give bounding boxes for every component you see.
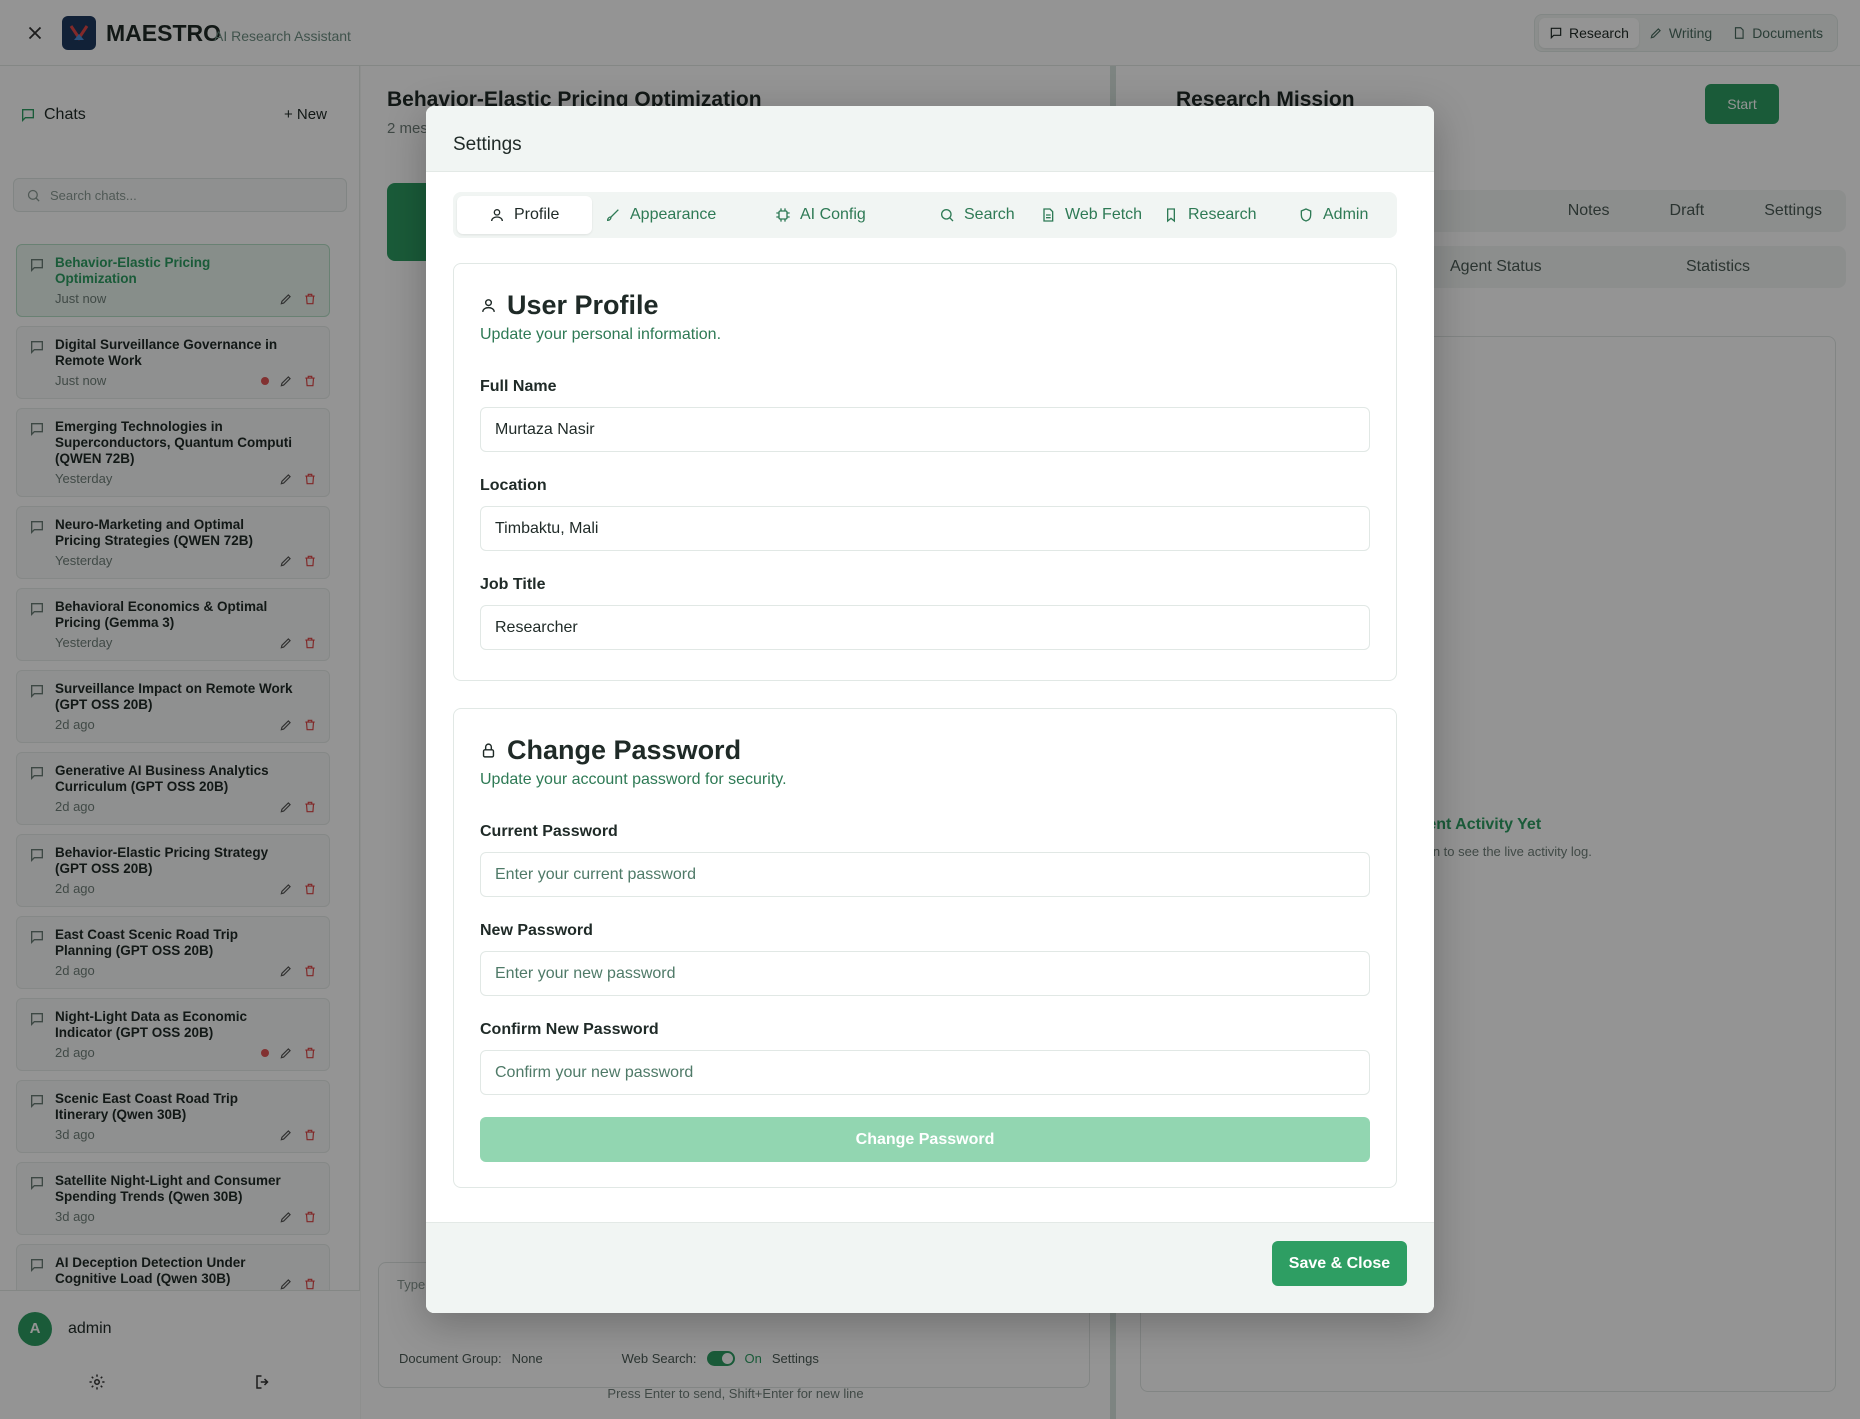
current-password-field[interactable] bbox=[480, 852, 1370, 897]
location-label: Location bbox=[480, 477, 547, 494]
chip-icon bbox=[776, 208, 790, 222]
user-icon bbox=[482, 299, 495, 312]
modal-footer: Save & Close bbox=[426, 1222, 1434, 1313]
full-name-field[interactable] bbox=[480, 407, 1370, 452]
bookmark-icon bbox=[1167, 208, 1175, 223]
job-title-label: Job Title bbox=[480, 576, 546, 593]
profile-description: Update your personal information. bbox=[480, 326, 722, 343]
user-profile-card: User Profile Update your personal inform… bbox=[453, 263, 1397, 681]
new-password-label: New Password bbox=[480, 922, 593, 939]
password-description: Update your account password for securit… bbox=[480, 771, 787, 788]
settings-tabs: Profile Appearance AI Config Search Web … bbox=[453, 192, 1397, 238]
tab-research[interactable]: Research bbox=[1163, 196, 1256, 234]
lock-icon bbox=[482, 743, 495, 758]
location-field[interactable] bbox=[480, 506, 1370, 551]
change-password-card: Change Password Update your account pass… bbox=[453, 708, 1397, 1188]
tab-ai-config[interactable]: AI Config bbox=[775, 196, 866, 234]
tab-profile[interactable]: Profile bbox=[457, 196, 592, 234]
password-heading: Change Password bbox=[480, 735, 741, 766]
tab-admin[interactable]: Admin bbox=[1298, 196, 1368, 234]
tab-web-fetch[interactable]: Web Fetch bbox=[1040, 196, 1142, 234]
confirm-password-label: Confirm New Password bbox=[480, 1021, 659, 1038]
user-icon bbox=[491, 209, 503, 222]
modal-header: Settings bbox=[426, 106, 1434, 172]
full-name-label: Full Name bbox=[480, 378, 557, 395]
tab-appearance[interactable]: Appearance bbox=[605, 196, 716, 234]
modal-title: Settings bbox=[453, 134, 522, 155]
file-icon bbox=[1043, 208, 1054, 222]
settings-modal: Settings Profile Appearance AI Config Se… bbox=[426, 106, 1434, 1313]
job-title-field[interactable] bbox=[480, 605, 1370, 650]
search-icon bbox=[941, 209, 954, 222]
save-close-button[interactable]: Save & Close bbox=[1272, 1241, 1407, 1286]
current-password-label: Current Password bbox=[480, 823, 618, 840]
change-password-button[interactable]: Change Password bbox=[480, 1117, 1370, 1162]
brush-icon bbox=[606, 209, 619, 222]
profile-heading: User Profile bbox=[480, 290, 659, 321]
new-password-field[interactable] bbox=[480, 951, 1370, 996]
confirm-password-field[interactable] bbox=[480, 1050, 1370, 1095]
shield-icon bbox=[1300, 208, 1312, 222]
tab-search[interactable]: Search bbox=[939, 196, 1015, 234]
